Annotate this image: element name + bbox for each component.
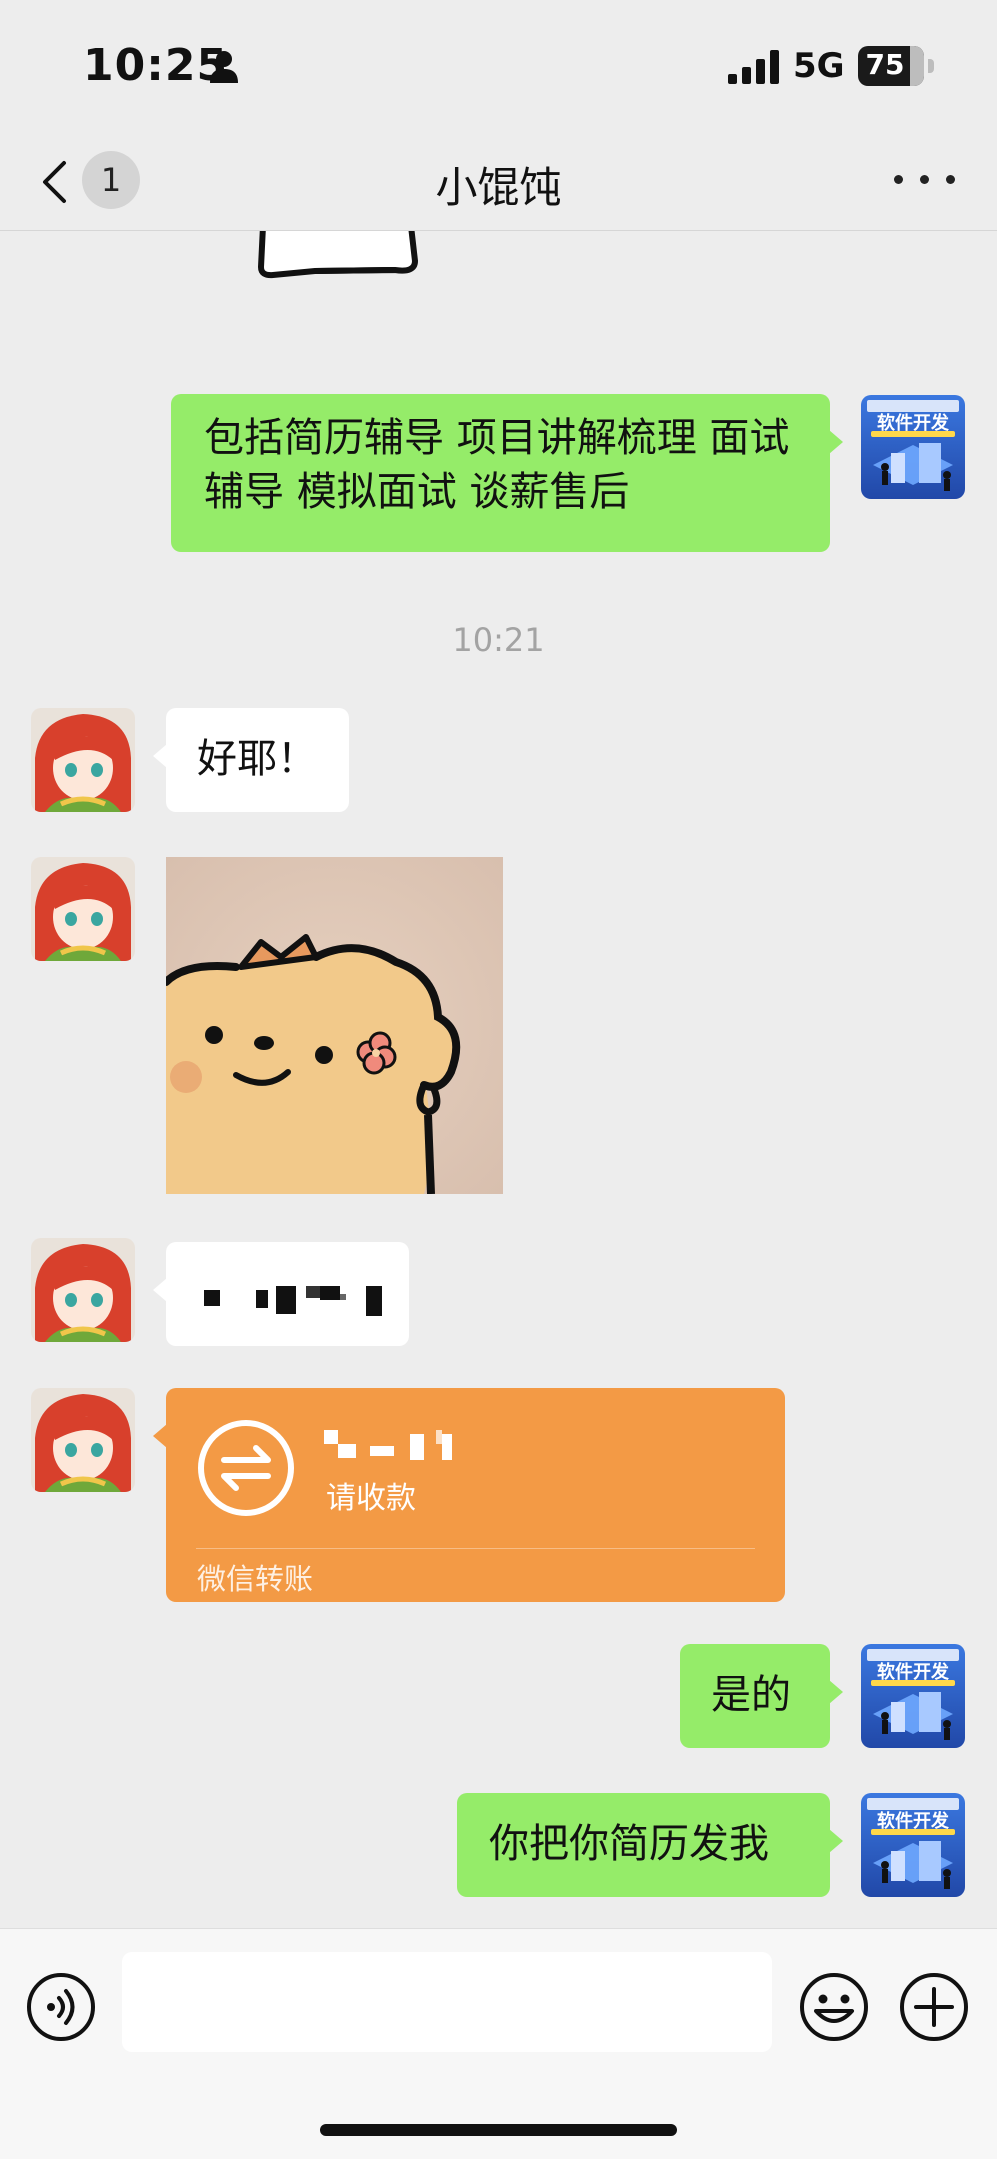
transfer-arrows-icon	[198, 1420, 294, 1516]
message-bubble-sent[interactable]: 你把你简历发我	[457, 1793, 843, 1897]
sticker-image[interactable]	[166, 857, 503, 1194]
contact-avatar-image	[31, 1238, 135, 1342]
message-timestamp: 10:21	[452, 621, 545, 659]
redacted-amount-blocks	[324, 1430, 452, 1460]
person-icon	[210, 51, 238, 83]
more-options-button[interactable]	[890, 160, 960, 200]
message-text: 是的	[711, 1672, 791, 1718]
contact-avatar-image	[31, 857, 135, 961]
status-bar: 10:25 5G 75	[0, 0, 997, 130]
back-button[interactable]: 1	[30, 148, 170, 212]
emoji-button[interactable]	[798, 1971, 870, 2043]
my-avatar[interactable]: 软件开发	[861, 1644, 965, 1748]
network-label: 5G	[793, 46, 845, 86]
voice-input-button[interactable]	[25, 1971, 97, 2043]
redacted-text-blocks	[204, 1286, 382, 1316]
chat-header: 1 小馄饨	[0, 130, 997, 231]
contact-avatar-image	[31, 708, 135, 812]
message-bubble-received-redacted[interactable]	[153, 1242, 409, 1346]
unread-count-badge: 1	[82, 151, 140, 209]
message-text: 你把你简历发我	[489, 1821, 769, 1867]
message-bubble-sent[interactable]: 包括简历辅导 项目讲解梳理 面试辅导 模拟面试 谈薪售后	[171, 394, 843, 552]
more-functions-button[interactable]	[898, 1971, 970, 2043]
contact-avatar[interactable]	[31, 1238, 135, 1342]
message-text: 好耶！	[197, 736, 317, 782]
contact-avatar[interactable]	[31, 857, 135, 961]
my-avatar-title: 软件开发	[877, 413, 949, 434]
battery-indicator: 75	[858, 46, 934, 86]
my-avatar[interactable]: 软件开发	[861, 1793, 965, 1897]
partial-sticker-image[interactable]	[255, 231, 425, 291]
my-avatar-title: 软件开发	[877, 1811, 949, 1832]
back-arrow-icon	[43, 161, 66, 203]
my-avatar[interactable]: 软件开发	[861, 395, 965, 499]
message-bubble-received[interactable]: 好耶！	[153, 708, 349, 812]
my-avatar-title: 软件开发	[877, 1662, 949, 1683]
contact-avatar[interactable]	[31, 1388, 135, 1492]
signal-icon	[728, 50, 779, 84]
home-indicator[interactable]	[320, 2124, 677, 2136]
message-text: 包括简历辅导 项目讲解梳理 面试辅导 模拟面试 谈薪售后	[204, 415, 790, 515]
chat-message-list[interactable]: 软件开发 包括简历辅导 项目讲解梳理 面试辅导 模拟面试 谈薪售后 10:21 …	[0, 231, 997, 1928]
battery-level: 75	[865, 48, 905, 81]
more-dots-icon	[894, 175, 903, 184]
message-bubble-sent[interactable]: 是的	[680, 1644, 843, 1748]
transfer-status: 请收款	[326, 1481, 416, 1516]
contact-avatar-image	[31, 1388, 135, 1492]
contact-avatar[interactable]	[31, 708, 135, 812]
wechat-transfer-card[interactable]: 请收款 微信转账	[153, 1388, 785, 1602]
message-input[interactable]	[122, 1952, 772, 2052]
transfer-divider	[196, 1548, 755, 1549]
transfer-footer-label: 微信转账	[197, 1562, 314, 1596]
chat-input-bar	[0, 1928, 997, 2159]
status-time: 10:25	[83, 40, 229, 91]
